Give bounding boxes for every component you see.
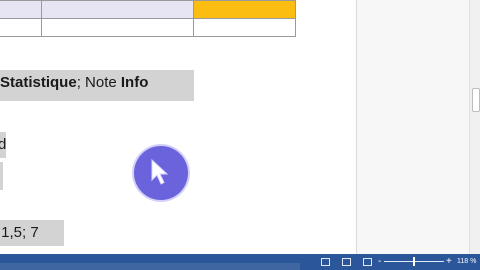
document-table [0, 0, 296, 37]
table-row [0, 18, 296, 37]
table-cell[interactable] [0, 18, 42, 37]
text-bold-statistique: Statistique [0, 74, 77, 91]
zoom-level[interactable]: 118 % [457, 254, 476, 270]
cursor-highlight [134, 146, 188, 200]
status-bar-left [0, 254, 300, 270]
table-cell[interactable] [193, 0, 296, 19]
mouse-pointer-icon [151, 158, 169, 185]
table-cell[interactable] [41, 18, 194, 37]
highlighted-text-line[interactable]: ,1,5; 7 [0, 220, 64, 246]
zoom-slider-thumb[interactable] [413, 257, 415, 266]
status-bar: - + 118 % [0, 254, 480, 270]
read-mode-icon[interactable] [321, 258, 330, 266]
table-cell[interactable] [193, 18, 296, 37]
zoom-in-button[interactable]: + [446, 254, 452, 270]
document-page[interactable]: Statistique; Note Info d ,1,5; 7 [0, 0, 356, 254]
document-margin-area [356, 0, 470, 254]
highlighted-text-fragment[interactable]: d [0, 132, 6, 158]
table-cell[interactable] [0, 0, 42, 19]
web-layout-icon[interactable] [363, 258, 372, 266]
text-note: ; Note [76, 74, 121, 91]
zoom-out-button[interactable]: - [378, 254, 381, 270]
scrollbar-thumb[interactable] [472, 88, 480, 112]
vertical-scrollbar[interactable] [469, 0, 480, 254]
print-layout-icon[interactable] [342, 258, 351, 266]
table-cell[interactable] [41, 0, 194, 19]
highlighted-text-line[interactable]: Statistique; Note Info [0, 70, 194, 101]
text-fragment: d [0, 136, 7, 153]
text-values: ,1,5; 7 [0, 224, 39, 241]
text-bold-info: Info [120, 74, 149, 91]
table-row [0, 0, 296, 19]
highlighted-text-fragment[interactable] [0, 162, 3, 190]
